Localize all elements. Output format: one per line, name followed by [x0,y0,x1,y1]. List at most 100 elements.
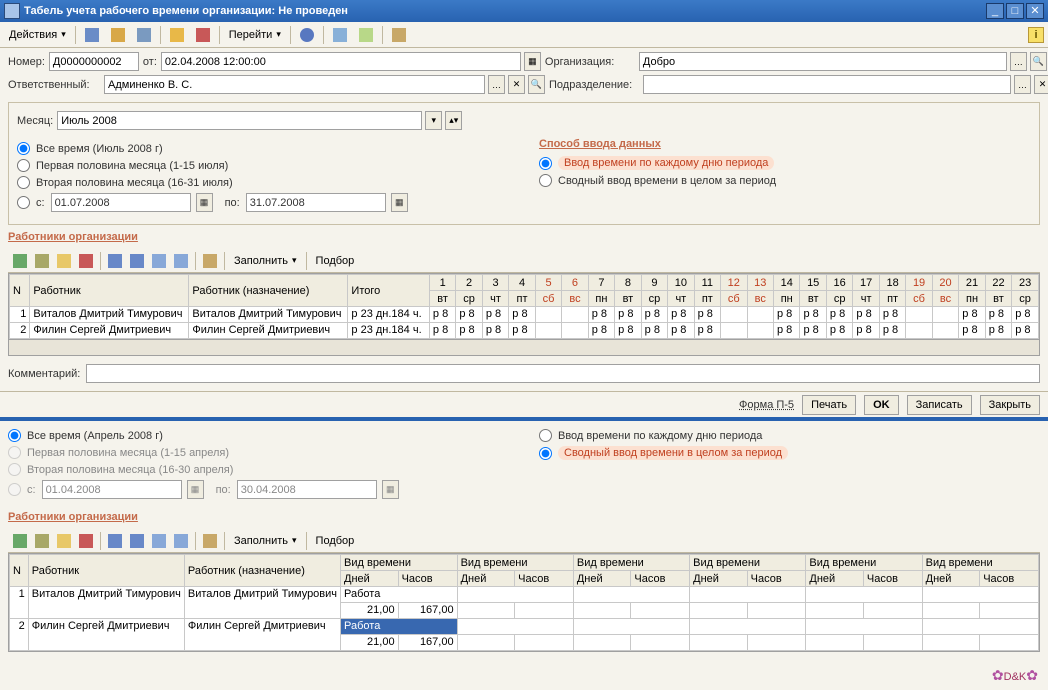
minimize-button[interactable]: _ [986,3,1004,19]
sort-desc-button-2[interactable] [171,531,191,551]
subdiv-field[interactable] [643,75,1011,94]
date-from-field-2[interactable]: 01.04.2008 [42,480,182,499]
number-field[interactable]: Д0000000002 [49,52,139,71]
help-button[interactable] [295,25,319,45]
date-to-picker-icon[interactable]: ▦ [391,193,408,212]
subdiv-pick-button[interactable]: … [1014,75,1031,94]
month-label: Месяц: [17,115,53,127]
org-search-button[interactable]: 🔍 [1030,52,1047,71]
reset-button[interactable] [191,25,215,45]
org-field[interactable]: Добро [639,52,1007,71]
resp-pick-button[interactable]: … [488,75,505,94]
radio-summary-2[interactable]: Сводный ввод времени в целом за период [539,446,1040,460]
grid-toolbar: Заполнить▾ Подбор [8,249,1040,273]
info-icon[interactable]: i [1028,27,1044,43]
close-button[interactable]: ✕ [1026,3,1044,19]
tree-button[interactable] [387,25,411,45]
copy-button[interactable] [165,25,189,45]
select-button[interactable]: Подбор [311,251,360,271]
record-button[interactable]: Записать [907,395,972,415]
back-button[interactable] [80,25,104,45]
actions-menu[interactable]: Действия▾ [4,25,71,45]
fill-menu-2[interactable]: Заполнить▾ [229,531,302,551]
radio-first-half[interactable]: Первая половина месяца (1-15 июля) [17,159,509,172]
subdiv-label: Подразделение: [549,79,639,91]
sort-asc-button-2[interactable] [149,531,169,551]
subdiv-clear-button[interactable]: ✕ [1034,75,1048,94]
table-row[interactable]: 2Филин Сергей ДмитриевичФилин Сергей Дми… [10,323,1039,339]
resp-clear-button[interactable]: ✕ [508,75,525,94]
ot-label: от: [143,56,157,68]
move-down-button[interactable] [127,251,147,271]
radio-custom[interactable]: с: 01.07.2008 ▦ по: 31.07.2008 ▦ [17,193,509,212]
radio-second-half[interactable]: Вторая половина месяца (16-31 июля) [17,176,509,189]
radio-second-half-2: Вторая половина месяца (16-30 апреля) [8,463,509,476]
date-picker-icon[interactable]: ▦ [524,52,541,71]
date-to-field-2[interactable]: 30.04.2008 [237,480,377,499]
filter-button[interactable] [354,25,378,45]
date-from-picker-icon-2[interactable]: ▦ [187,480,204,499]
table-row[interactable]: 1Виталов Дмитрий ТимуровичВиталов Дмитри… [10,307,1039,323]
print-button[interactable]: Печать [802,395,856,415]
workers-grid-2[interactable]: NРаботникРаботник (назначение)Вид времен… [8,553,1040,652]
edit-row-button[interactable] [54,251,74,271]
footer-bar: Форма П-5 Печать OK Записать Закрыть [0,391,1048,417]
date-from-field[interactable]: 01.07.2008 [51,193,191,212]
month-field[interactable]: Июль 2008 [57,111,422,130]
select-button-2[interactable]: Подбор [311,531,360,551]
delete-row-button[interactable] [76,251,96,271]
radio-all-time-2[interactable]: Все время (Апрель 2008 г) [8,429,509,442]
period-panel: Месяц: Июль 2008 ▾ ▴▾ Все время (Июль 20… [8,102,1040,225]
titlebar: Табель учета рабочего времени организаци… [0,0,1048,22]
date-to-picker-icon-2[interactable]: ▦ [382,480,399,499]
workers-grid[interactable]: NРаботникРаботник (назначение)Итого12345… [8,273,1040,340]
watermark-logo: ✿D&K✿ [992,663,1038,686]
input-mode-title: Способ ввода данных [539,138,1031,150]
save-button[interactable] [132,25,156,45]
workers-title-2: Работники организации [8,511,1040,523]
resp-label: Ответственный: [8,79,100,91]
ok-button[interactable]: OK [864,395,899,415]
form-link[interactable]: Форма П-5 [739,399,794,411]
month-dropdown-icon[interactable]: ▾ [425,111,442,130]
radio-by-day[interactable]: Ввод времени по каждому дню периода [539,156,1031,170]
register-button[interactable] [106,25,130,45]
resp-search-button[interactable]: 🔍 [528,75,545,94]
sort-asc-button[interactable] [149,251,169,271]
clone-row-button[interactable] [32,251,52,271]
delete-row-button-2[interactable] [76,531,96,551]
add-row-button[interactable] [10,251,30,271]
sort-desc-button[interactable] [171,251,191,271]
table-row[interactable]: 1Виталов Дмитрий ТимуровичВиталов Дмитри… [10,587,1039,603]
comment-label: Комментарий: [8,368,80,380]
month-spinner-icon[interactable]: ▴▾ [445,111,462,130]
move-up-button-2[interactable] [105,531,125,551]
comment-field[interactable] [86,364,1040,383]
radio-by-day-2[interactable]: Ввод времени по каждому дню периода [539,429,1040,442]
radio-first-half-2: Первая половина месяца (1-15 апреля) [8,446,509,459]
close-form-button[interactable]: Закрыть [980,395,1040,415]
date-from-picker-icon[interactable]: ▦ [196,193,213,212]
clone-row-button-2[interactable] [32,531,52,551]
add-row-button-2[interactable] [10,531,30,551]
list-button[interactable] [328,25,352,45]
date-field[interactable]: 02.04.2008 12:00:00 [161,52,521,71]
goto-menu[interactable]: Перейти▾ [224,25,286,45]
restore-button[interactable]: □ [1006,3,1024,19]
move-up-button[interactable] [105,251,125,271]
radio-all-time[interactable]: Все время (Июль 2008 г) [17,142,509,155]
refresh-button[interactable] [200,251,220,271]
move-down-button-2[interactable] [127,531,147,551]
org-label: Организация: [545,56,635,68]
date-to-field[interactable]: 31.07.2008 [246,193,386,212]
app-icon [4,3,20,19]
org-pick-button[interactable]: … [1010,52,1027,71]
edit-row-button-2[interactable] [54,531,74,551]
main-toolbar: Действия▾ Перейти▾ i [0,22,1048,48]
refresh-button-2[interactable] [200,531,220,551]
fill-menu[interactable]: Заполнить▾ [229,251,302,271]
table-row[interactable]: 2Филин Сергей ДмитриевичФилин Сергей Дми… [10,619,1039,635]
resp-field[interactable]: Админенко В. С. [104,75,485,94]
radio-summary[interactable]: Сводный ввод времени в целом за период [539,174,1031,187]
number-label: Номер: [8,56,45,68]
